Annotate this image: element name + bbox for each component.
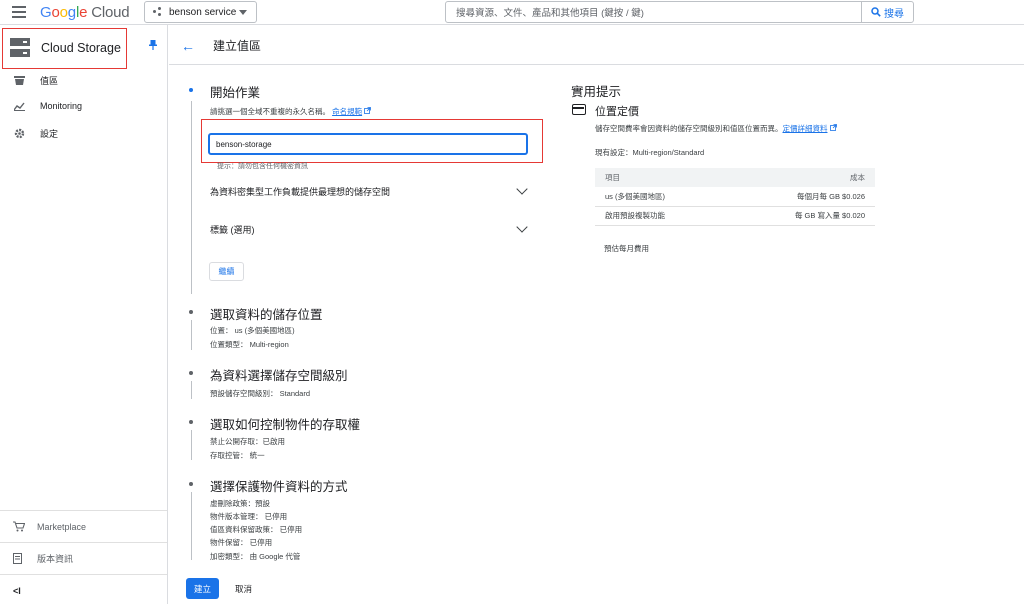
step-bullet <box>189 420 193 424</box>
sidebar-item-marketplace[interactable]: Marketplace <box>0 510 167 542</box>
monthly-estimate: 預估每月費用 <box>604 244 649 253</box>
chart-icon <box>13 100 25 112</box>
sidebar-item-label: 值區 <box>40 75 59 86</box>
page-header: ← 建立值區 <box>169 25 1024 65</box>
chevron-down-icon <box>516 183 528 195</box>
search-button-label: 搜尋 <box>884 8 904 20</box>
cancel-button[interactable]: 取消 <box>235 583 252 595</box>
sidebar-item-release-notes[interactable]: 版本資訊 <box>0 542 167 574</box>
step-connector <box>191 381 192 399</box>
storage-class-summary: 預設儲存空間級別： Standard <box>210 389 311 398</box>
object-retention-summary: 物件保留： 已停用 <box>210 538 273 547</box>
step-title-get-started[interactable]: 開始作業 <box>210 82 260 101</box>
location-summary: 位置： us (多個美國地區) <box>210 326 295 335</box>
top-bar: Google Cloud benson service 搜尋資源、文件、產品和其… <box>0 0 1024 25</box>
step-connector <box>191 492 192 560</box>
sidebar-item-settings[interactable]: 設定 <box>0 121 167 145</box>
step-connector <box>191 101 192 294</box>
sidebar-item-label: 版本資訊 <box>37 554 74 564</box>
project-icon <box>153 7 163 17</box>
public-access-summary: 禁止公開存取：已啟用 <box>210 437 285 446</box>
column-header-item: 項目 <box>595 168 718 187</box>
table-cell: 每個月每 GB $0.026 <box>717 187 875 207</box>
expander-data-intensive[interactable]: 為資料密集型工作負載提供最理想的儲存空間 <box>210 183 530 198</box>
step-title-location[interactable]: 選取資料的儲存位置 <box>210 304 323 323</box>
table-cell: 每 GB 寫入量 $0.020 <box>717 206 875 226</box>
pricing-table: 項目 成本 us (多個美國地區) 每個月每 GB $0.026 啟用預設複製功… <box>595 168 875 226</box>
continue-button[interactable]: 繼續 <box>209 262 244 281</box>
encryption-summary: 加密類型： 由 Google 代管 <box>210 552 301 561</box>
external-link-icon <box>364 107 372 114</box>
project-selector[interactable]: benson service <box>144 1 257 23</box>
storage-icon <box>10 38 30 58</box>
gear-icon <box>13 127 25 139</box>
step-bullet-active <box>189 88 193 92</box>
column-header-cost: 成本 <box>717 168 875 187</box>
step-title-data-protection[interactable]: 選擇保護物件資料的方式 <box>210 476 348 495</box>
caret-down-icon <box>239 10 247 15</box>
location-type-summary: 位置類型： Multi-region <box>210 340 289 349</box>
product-title: Cloud Storage <box>41 41 121 55</box>
name-instruction: 請挑選一個全域不重複的永久名稱。 命名規範 <box>210 106 372 117</box>
step-title-access-control[interactable]: 選取如何控制物件的存取權 <box>210 414 360 433</box>
sidebar-header: Cloud Storage <box>2 28 127 69</box>
tips-description: 儲存空間費率會因資料的儲存空間級別和值區位置而異。定價詳細資料 <box>595 123 837 134</box>
step-bullet <box>189 371 193 375</box>
collapse-sidebar-button[interactable]: <I <box>0 574 167 604</box>
pricing-details-link[interactable]: 定價詳細資料 <box>783 124 828 133</box>
name-hint: 提示：請勿包含任何機密資訊 <box>217 163 308 170</box>
menu-icon[interactable] <box>12 6 26 18</box>
search-button[interactable]: 搜尋 <box>861 1 914 23</box>
notes-icon <box>13 552 25 565</box>
search-input[interactable]: 搜尋資源、文件、產品和其他項目 (鍵按 / 鍵) <box>445 1 862 23</box>
search-icon <box>871 7 881 17</box>
sidebar-item-label: 設定 <box>40 128 59 139</box>
tips-subtitle: 位置定價 <box>595 106 639 118</box>
table-row: us (多個美國地區) 每個月每 GB $0.026 <box>595 187 875 207</box>
table-header-row: 項目 成本 <box>595 168 875 187</box>
step-connector <box>191 430 192 460</box>
soft-delete-summary: 虛刪除政策：預設 <box>210 499 270 508</box>
step-bullet <box>189 310 193 314</box>
access-control-summary: 存取控管： 統一 <box>210 451 265 460</box>
chevron-down-icon <box>516 221 528 233</box>
sidebar-item-monitoring[interactable]: Monitoring <box>0 94 167 118</box>
google-cloud-logo[interactable]: Google Cloud <box>40 4 130 21</box>
page-title: 建立值區 <box>213 39 262 53</box>
table-row: 啟用預設複製功能 每 GB 寫入量 $0.020 <box>595 206 875 226</box>
bucket-icon <box>13 74 25 86</box>
sidebar-item-label: Marketplace <box>37 521 87 532</box>
credit-card-icon <box>572 104 586 115</box>
external-link-icon <box>829 124 837 131</box>
step-connector <box>191 320 192 350</box>
project-name: benson service <box>169 6 237 18</box>
sidebar-item-label: Monitoring <box>40 101 83 111</box>
current-config: 現有設定：Multi-region/Standard <box>595 148 705 157</box>
step-title-storage-class[interactable]: 為資料選擇儲存空間級別 <box>210 365 348 384</box>
cart-icon <box>13 520 25 533</box>
back-arrow-icon[interactable]: ← <box>181 38 195 54</box>
step-bullet <box>189 482 193 486</box>
retention-summary: 值區資料保留政策： 已停用 <box>210 525 303 534</box>
naming-guidelines-link[interactable]: 命名規範 <box>332 107 362 116</box>
table-cell: 啟用預設複製功能 <box>595 206 718 226</box>
collapse-icon: <I <box>13 585 21 596</box>
table-cell: us (多個美國地區) <box>595 187 718 207</box>
tips-title: 實用提示 <box>571 85 622 99</box>
expander-labels[interactable]: 標籤 (選用) <box>210 221 530 236</box>
sidebar-item-buckets[interactable]: 值區 <box>0 68 167 92</box>
search-placeholder: 搜尋資源、文件、產品和其他項目 (鍵按 / 鍵) <box>456 8 644 19</box>
pin-icon[interactable] <box>149 40 157 50</box>
versioning-summary: 物件版本管理： 已停用 <box>210 512 288 521</box>
bucket-name-input[interactable] <box>208 133 528 155</box>
create-button[interactable]: 建立 <box>186 578 219 599</box>
sidebar: Cloud Storage 值區 Monitoring 設定 Marketpla… <box>0 25 168 604</box>
